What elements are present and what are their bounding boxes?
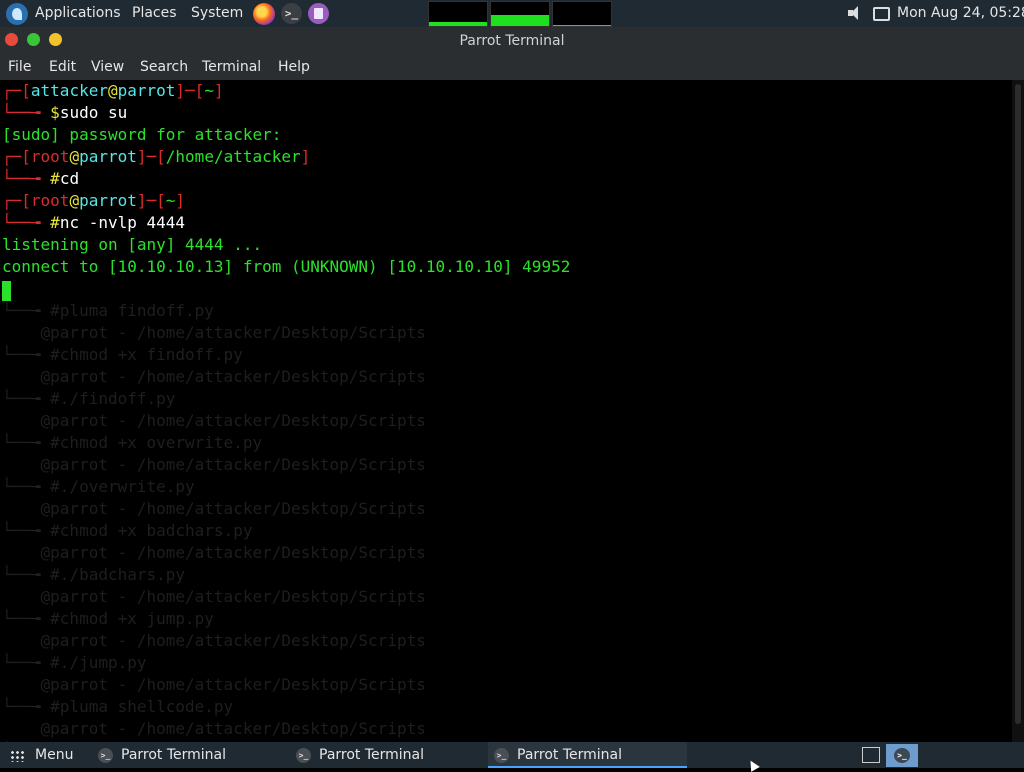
prompt-line-2: ┌─[root@parrot]─[/home/attacker] — [2, 147, 311, 166]
terminal-task-icon: >_ — [494, 747, 509, 763]
ghost-line: └──╼ #pluma shellcode.py — [2, 697, 234, 716]
nc-listening-output: listening on [any] 4444 ... — [2, 235, 263, 254]
ghost-line: └──╼ #./badchars.py — [2, 565, 186, 584]
command-line-2: └──╼ #cd — [2, 169, 80, 188]
menu-edit[interactable]: Edit — [49, 55, 76, 80]
ghost-line: @parrot - /home/attacker/Desktop/Scripts — [2, 719, 426, 738]
ghost-line: @parrot - /home/attacker/Desktop/Scripts — [2, 367, 426, 386]
task-terminal-3[interactable]: >_ Parrot Terminal — [488, 742, 687, 768]
ghost-line: └──╼ #chmod +x badchars.py — [2, 521, 253, 540]
ghost-line: └──╼ #./findoff.py — [2, 389, 176, 408]
task-terminal-1[interactable]: >_ Parrot Terminal — [92, 742, 286, 768]
menu-view[interactable]: View — [91, 55, 124, 80]
nc-connect-output: connect to [10.10.10.13] from (UNKNOWN) … — [2, 257, 571, 276]
terminal-scrollbar[interactable] — [1012, 80, 1024, 742]
applications-menu[interactable]: Applications — [35, 0, 121, 27]
taskbar-menu-button[interactable]: Menu — [35, 742, 73, 768]
terminal-icon[interactable]: >_ — [281, 3, 302, 24]
prompt-line-1: ┌─[attacker@parrot]─[~] — [2, 81, 224, 100]
ghost-line: @parrot - /home/attacker/Desktop/Scripts — [2, 543, 426, 562]
ghost-line: └──╼ #chmod +x jump.py — [2, 609, 214, 628]
ghost-line: └──╼ #./overwrite.py — [2, 477, 195, 496]
notes-icon[interactable] — [308, 3, 329, 24]
tray-terminal-icon[interactable] — [886, 744, 918, 767]
menu-terminal[interactable]: Terminal — [202, 55, 261, 80]
system-menu[interactable]: System — [191, 0, 243, 27]
menu-file[interactable]: File — [8, 55, 31, 80]
ghost-line: @parrot - /home/attacker/Desktop/Scripts — [2, 499, 426, 518]
menu-search[interactable]: Search — [140, 55, 188, 80]
task-terminal-2[interactable]: >_ Parrot Terminal — [290, 742, 484, 768]
ghost-line: └──╼ #./jump.py — [2, 653, 147, 672]
ghost-line: @parrot - /home/attacker/Desktop/Scripts — [2, 323, 426, 342]
menu-grid-icon[interactable] — [10, 750, 26, 762]
ghost-line: └──╼ #pluma findoff.py — [2, 301, 214, 320]
places-menu[interactable]: Places — [132, 0, 177, 27]
terminal-task-icon: >_ — [98, 747, 113, 763]
parrot-logo-icon[interactable] — [6, 3, 28, 25]
bottom-panel: Menu >_ Parrot Terminal >_ Parrot Terminal… — [0, 742, 1024, 768]
command-line-1: └──╼ $sudo su — [2, 103, 128, 122]
display-icon[interactable] — [873, 7, 890, 21]
prompt-line-3: ┌─[root@parrot]─[~] — [2, 191, 186, 210]
ghost-line: @parrot - /home/attacker/Desktop/Scripts — [2, 411, 426, 430]
window-title: Parrot Terminal — [459, 33, 565, 49]
network-monitor[interactable] — [552, 1, 612, 27]
memory-monitor[interactable] — [490, 1, 550, 27]
volume-icon[interactable] — [848, 6, 864, 20]
clock[interactable]: Mon Aug 24, 05:28 — [897, 0, 1024, 27]
ghost-line: @parrot - /home/attacker/Desktop/Scripts — [2, 631, 426, 650]
top-panel: Applications Places System >_ Mon Aug 24… — [0, 0, 1024, 27]
workspace-switcher-icon[interactable] — [862, 747, 880, 763]
window-titlebar[interactable]: Parrot Terminal — [0, 27, 1024, 55]
command-line-3: └──╼ #nc -nvlp 4444 — [2, 213, 186, 232]
terminal-output[interactable]: └──╼ #pluma findoff.py @parrot - /home/a… — [0, 80, 1012, 742]
menu-help[interactable]: Help — [278, 55, 310, 80]
menubar: File Edit View Search Terminal Help — [0, 55, 1024, 80]
ghost-line: └──╼ #chmod +x findoff.py — [2, 345, 243, 364]
ghost-line — [2, 278, 763, 300]
ghost-line: @parrot - /home/attacker/Desktop/Scripts — [2, 675, 426, 694]
ghost-line: └──╼ #chmod +x overwrite.py — [2, 433, 263, 452]
sudo-password-prompt: [sudo] password for attacker: — [2, 125, 282, 144]
terminal-task-icon: >_ — [296, 747, 311, 763]
scrollbar-thumb[interactable] — [1015, 84, 1021, 724]
ghost-line: @parrot - /home/attacker/Desktop/Scripts — [2, 455, 426, 474]
cpu-monitor[interactable] — [428, 1, 488, 27]
terminal-cursor — [2, 281, 11, 301]
firefox-icon[interactable] — [253, 3, 275, 25]
ghost-line: @parrot - /home/attacker/Desktop/Scripts — [2, 587, 426, 606]
